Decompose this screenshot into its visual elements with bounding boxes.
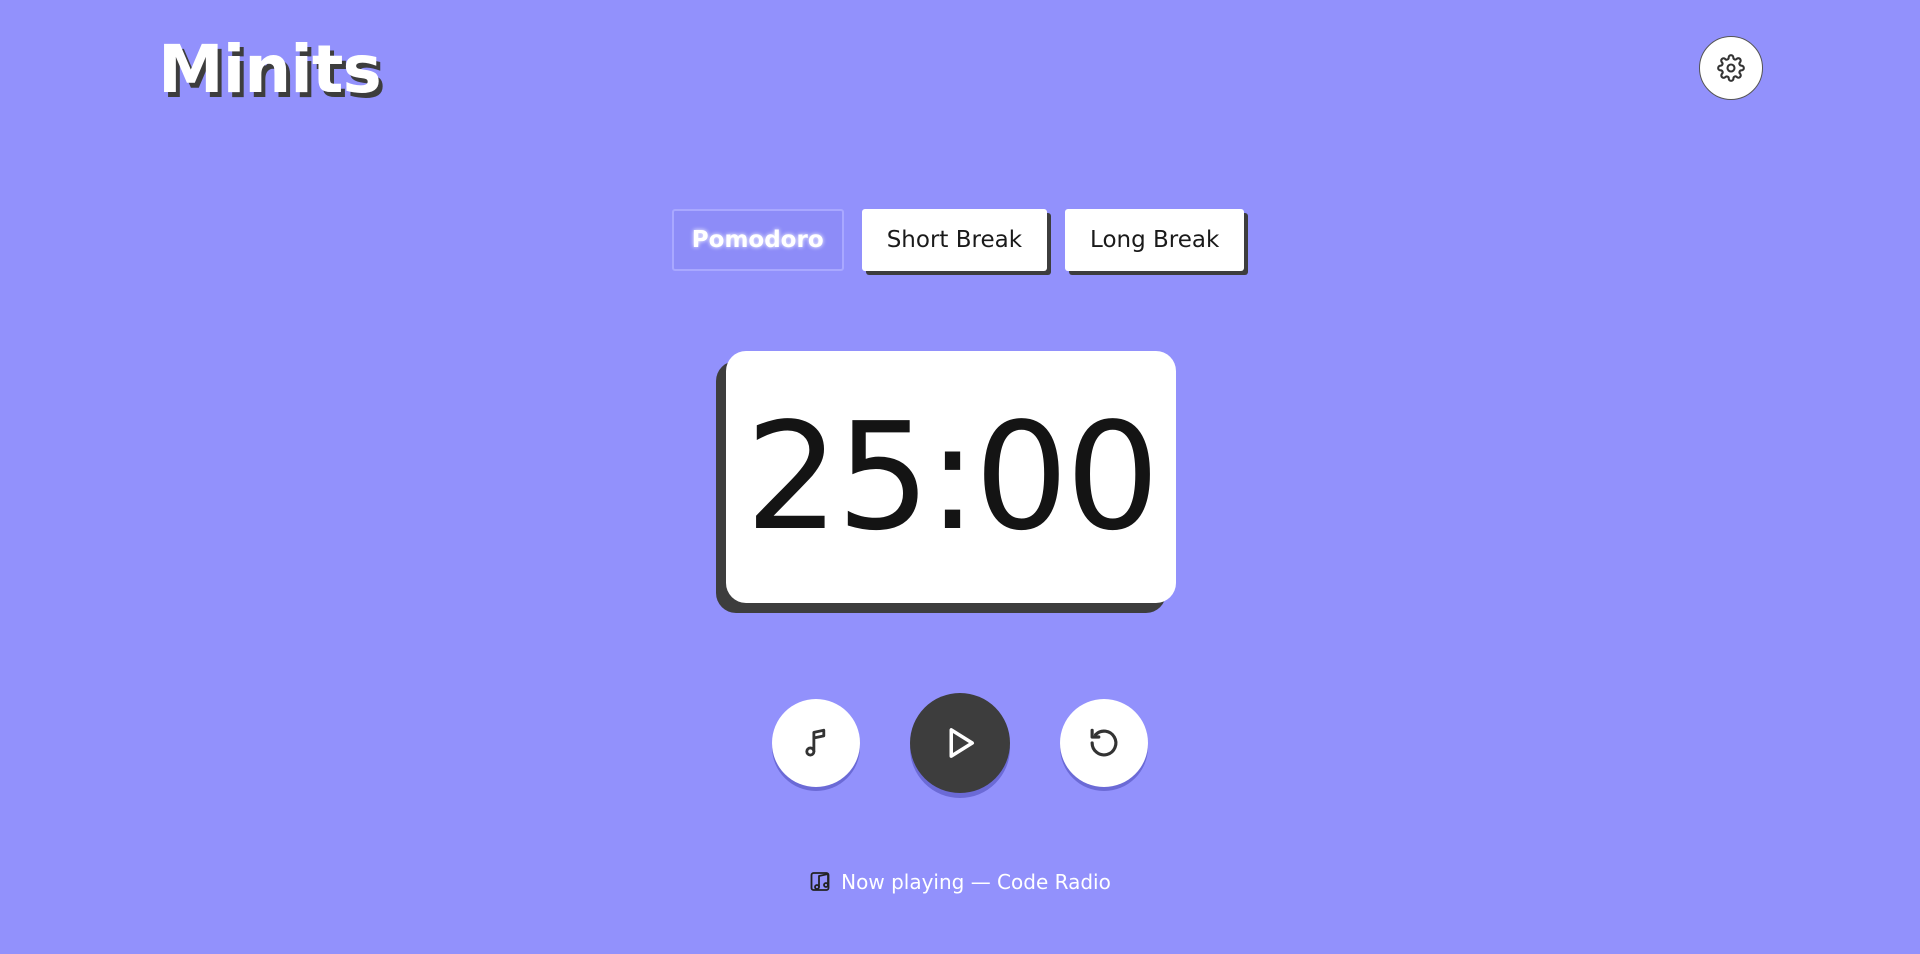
timer-card-face: 25:00	[726, 351, 1176, 603]
music-button[interactable]	[772, 699, 860, 787]
gear-icon	[1717, 54, 1745, 82]
play-button[interactable]	[910, 693, 1010, 793]
reset-icon	[1090, 728, 1118, 757]
music-notes-icon	[810, 872, 830, 891]
music-note-icon	[805, 728, 826, 757]
timer-card: 25:00	[716, 351, 1176, 613]
tab-long-break[interactable]: Long Break	[1065, 209, 1245, 271]
reset-button[interactable]	[1060, 699, 1148, 787]
timer-controls	[0, 692, 1920, 802]
play-icon	[949, 728, 974, 758]
mode-tabs: Pomodoro Short Break Long Break	[0, 209, 1918, 271]
app-logo: Minits	[158, 31, 382, 108]
now-playing-text: Now playing — Code Radio	[841, 870, 1111, 894]
timer-display: 25:00	[745, 391, 1160, 563]
settings-button[interactable]	[1699, 36, 1763, 100]
now-playing: Now playing — Code Radio	[0, 870, 1920, 894]
tab-pomodoro[interactable]: Pomodoro	[671, 209, 844, 271]
tab-short-break[interactable]: Short Break	[861, 209, 1048, 271]
